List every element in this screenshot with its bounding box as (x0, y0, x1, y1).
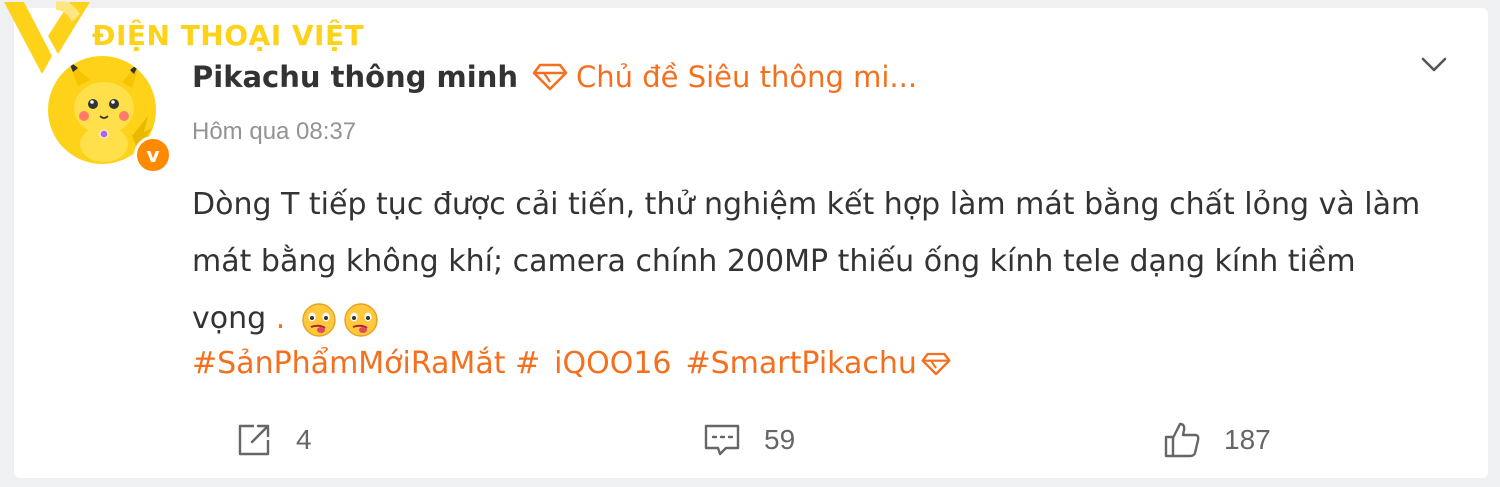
hashtag-link[interactable]: #SmartPikachu (686, 346, 917, 381)
share-count: 4 (296, 424, 312, 455)
post-body: Dòng T tiếp tục được cải tiến, thử nghiệ… (192, 176, 1462, 347)
like-count: 187 (1224, 424, 1271, 455)
emoji-icon (302, 302, 336, 337)
share-icon (238, 424, 270, 456)
comment-count: 59 (764, 424, 796, 455)
post-timestamp: Hôm qua 08:37 (192, 118, 357, 145)
watermark-text: ĐIỆN THOẠI VIỆT (92, 19, 365, 52)
username[interactable]: Pikachu thông minh (192, 60, 518, 94)
action-bar: 4 59 187 (0, 420, 1500, 464)
diamond-icon (921, 352, 951, 375)
hashtags: #SảnPhẩmMớiRaMắt # iQOO16 #SmartPikachu (192, 346, 951, 381)
emoji-icon (344, 302, 378, 337)
post-body-line-last: vọng . (192, 290, 1462, 347)
topic-text: Chủ đề Siêu thông mi... (576, 60, 918, 94)
comment-button[interactable]: 59 (702, 420, 795, 460)
topic-link[interactable]: Chủ đề Siêu thông mi... (532, 60, 917, 94)
share-button[interactable]: 4 (234, 420, 312, 460)
like-button[interactable]: 187 (1162, 420, 1271, 460)
verified-badge: v (134, 136, 172, 174)
diamond-icon (532, 63, 568, 91)
comment-icon (704, 424, 740, 456)
chevron-down-icon[interactable] (1420, 52, 1448, 76)
like-icon (1164, 422, 1200, 458)
hashtag-link[interactable]: #SảnPhẩmMớiRaMắt # (192, 346, 540, 381)
post-body-line: mát bằng không khí; camera chính 200MP t… (192, 244, 1356, 279)
post-body-text: vọng (192, 301, 267, 336)
post-body-dot: . (275, 301, 286, 336)
avatar[interactable]: v (48, 56, 172, 178)
hashtag-link[interactable]: iQOO16 (554, 346, 671, 381)
post-body-line: Dòng T tiếp tục được cải tiến, thử nghiệ… (192, 187, 1421, 222)
